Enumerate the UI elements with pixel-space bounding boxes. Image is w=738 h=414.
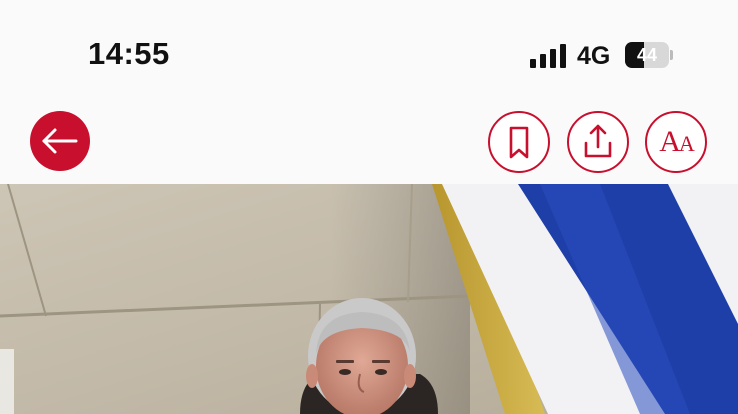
- arrow-left-icon: [42, 128, 78, 154]
- bookmark-button[interactable]: [488, 111, 550, 173]
- back-button[interactable]: [30, 111, 90, 171]
- font-size-icon: AA: [659, 125, 695, 158]
- network-type: 4G: [577, 42, 611, 70]
- article-toolbar: AA: [0, 100, 738, 184]
- battery-icon: 44: [625, 42, 673, 68]
- cellular-signal-icon: [530, 44, 566, 68]
- battery-level: 44: [636, 45, 658, 65]
- status-bar: 14:55 4G 44: [0, 0, 738, 100]
- bookmark-icon: [509, 126, 529, 159]
- font-size-button[interactable]: AA: [645, 111, 707, 173]
- share-button[interactable]: [567, 111, 629, 173]
- article-hero-image[interactable]: [0, 184, 738, 414]
- status-time: 14:55: [88, 36, 170, 71]
- photo-of-man-before-stone-wall-and-flag: [0, 184, 738, 414]
- share-icon: [584, 124, 612, 158]
